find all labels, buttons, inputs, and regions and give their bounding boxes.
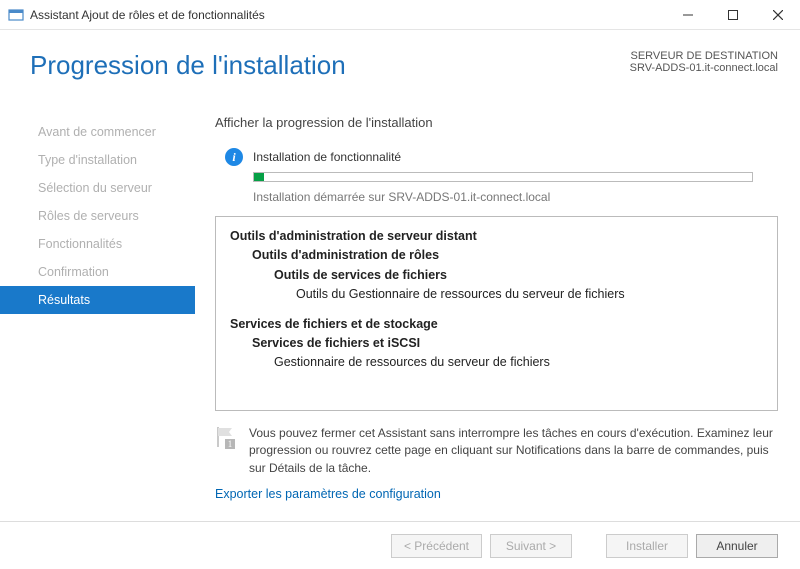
detail-group1-title: Outils d'administration de serveur dista… — [230, 227, 763, 246]
progress-bar — [253, 172, 753, 182]
next-button: Suivant > — [490, 534, 572, 558]
destination-label: SERVEUR DE DESTINATION — [630, 50, 778, 62]
status-subtext: Installation démarrée sur SRV-ADDS-01.it… — [253, 190, 778, 204]
sidebar-item-server-selection: Sélection du serveur — [0, 174, 195, 202]
detail-group2-title: Services de fichiers et de stockage — [230, 315, 763, 334]
titlebar: Assistant Ajout de rôles et de fonctionn… — [0, 0, 800, 30]
page-title: Progression de l'installation — [30, 50, 346, 81]
destination-info: SERVEUR DE DESTINATION SRV-ADDS-01.it-co… — [630, 50, 778, 74]
sidebar-item-confirmation: Confirmation — [0, 258, 195, 286]
close-button[interactable] — [755, 0, 800, 30]
detail-group1-sub2: Outils de services de fichiers — [230, 266, 763, 285]
maximize-button[interactable] — [710, 0, 755, 30]
detail-group1-sub1: Outils d'administration de rôles — [230, 246, 763, 265]
close-wizard-note: Vous pouvez fermer cet Assistant sans in… — [249, 425, 778, 477]
progress-subtitle: Afficher la progression de l'installatio… — [215, 115, 778, 130]
main-panel: Afficher la progression de l'installatio… — [195, 115, 800, 519]
detail-group1-sub3: Outils du Gestionnaire de ressources du … — [230, 285, 763, 304]
sidebar-item-features: Fonctionnalités — [0, 230, 195, 258]
export-config-link[interactable]: Exporter les paramètres de configuration — [215, 487, 441, 501]
wizard-footer: < Précédent Suivant > Installer Annuler — [0, 521, 800, 569]
info-icon: i — [225, 148, 243, 166]
sidebar-item-install-type: Type d'installation — [0, 146, 195, 174]
destination-value: SRV-ADDS-01.it-connect.local — [630, 62, 778, 74]
cancel-button[interactable]: Annuler — [696, 534, 778, 558]
status-label: Installation de fonctionnalité — [253, 150, 401, 164]
detail-group2-sub1: Services de fichiers et iSCSI — [230, 334, 763, 353]
minimize-button[interactable] — [665, 0, 710, 30]
sidebar-item-results[interactable]: Résultats — [0, 286, 195, 314]
app-icon — [8, 7, 24, 23]
previous-button: < Précédent — [391, 534, 482, 558]
sidebar-item-before-begin: Avant de commencer — [0, 118, 195, 146]
detail-group2-sub2: Gestionnaire de ressources du serveur de… — [230, 353, 763, 372]
flag-icon: 1 — [215, 425, 237, 449]
install-button: Installer — [606, 534, 688, 558]
sidebar-item-server-roles: Rôles de serveurs — [0, 202, 195, 230]
window-title: Assistant Ajout de rôles et de fonctionn… — [30, 8, 665, 22]
installation-details: Outils d'administration de serveur dista… — [215, 216, 778, 411]
svg-text:1: 1 — [228, 439, 233, 449]
window-controls — [665, 0, 800, 30]
wizard-sidebar: Avant de commencer Type d'installation S… — [0, 115, 195, 519]
